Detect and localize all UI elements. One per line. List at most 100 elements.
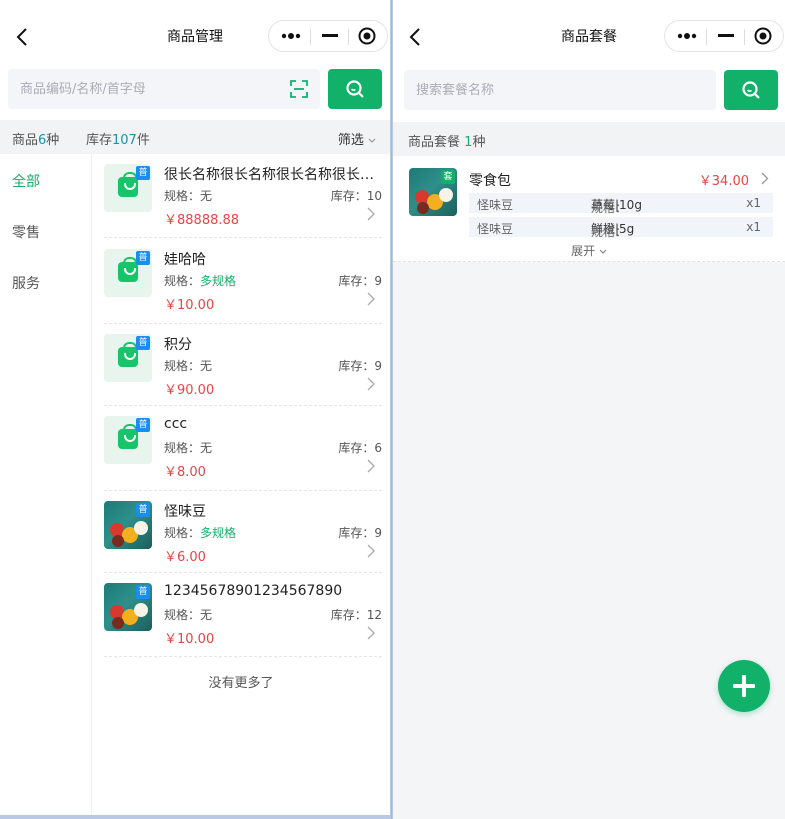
product-stock: 库存：10: [330, 189, 382, 203]
chevron-right-icon: [367, 207, 375, 221]
product-name: 很长名称很长名称很长名称很长名称很长名称: [164, 167, 382, 183]
package-item-qty: x1: [746, 220, 761, 234]
target-icon[interactable]: [347, 21, 387, 51]
product-list: 没有更多了 普很长名称很长名称很长名称很长名称很长名称规格：无库存：10￥888…: [92, 154, 390, 819]
product-thumbnail: 普: [104, 334, 152, 382]
mini-program-capsule: [664, 20, 784, 52]
package-tag: 套: [441, 170, 455, 184]
product-package-panel: 商品套餐 商品: [393, 0, 785, 819]
product-spec: 规格：多规格: [164, 274, 237, 288]
product-spec: 规格：无: [164, 608, 213, 622]
chevron-down-icon: [368, 138, 376, 143]
search-row: [0, 69, 390, 125]
product-thumbnail: 普: [104, 416, 152, 464]
package-summary: 商品套餐 1种: [393, 122, 785, 156]
package-price: ￥34.00: [698, 174, 749, 189]
package-item-spec: 规格： 鲜橙|5g: [591, 222, 635, 239]
product-type-tag: 普: [136, 418, 150, 432]
product-row[interactable]: 普很长名称很长名称很长名称很长名称很长名称规格：无 库存：10 ￥88888.88: [104, 154, 382, 238]
package-card[interactable]: 套 零食包 ￥34.00 怪味豆 规格： 草莓|10g x1 怪味豆 规格： 鲜橙|…: [393, 156, 785, 262]
chevron-right-icon: [761, 172, 769, 185]
search-icon: [346, 80, 364, 98]
product-thumbnail: 普: [104, 501, 152, 549]
goods-count-label: 商品6种: [12, 133, 60, 148]
chevron-down-icon: [599, 249, 607, 254]
bottom-border: [0, 815, 390, 819]
product-stock: 库存：9: [338, 359, 382, 373]
product-price: ￥10.00: [164, 298, 215, 313]
product-stock: 库存：6: [338, 441, 382, 455]
plus-icon: [733, 675, 755, 697]
search-button[interactable]: [724, 70, 778, 110]
chevron-right-icon: [367, 377, 375, 391]
package-search-input[interactable]: [404, 70, 716, 110]
chevron-right-icon: [367, 626, 375, 640]
product-row[interactable]: 普怪味豆 规格：多规格 库存：9 ￥6.00: [104, 491, 382, 573]
no-more-text: 没有更多了: [208, 676, 274, 691]
product-row[interactable]: 普娃哈哈规格：多规格 库存：9 ￥10.00: [104, 239, 382, 324]
product-name: 12345678901234567890: [164, 583, 343, 599]
product-name: 怪味豆: [164, 504, 206, 520]
product-name: 娃哈哈: [164, 252, 206, 268]
product-price: ￥88888.88: [164, 213, 240, 228]
product-row[interactable]: 普 12345678901234567890 规格：无 库存：12 ￥10.00: [104, 573, 382, 657]
shopping-bag-icon: [118, 342, 138, 367]
product-spec: 规格：无: [164, 189, 213, 203]
category-sidebar: 全部 零售 服务: [0, 154, 92, 819]
more-dots-icon[interactable]: [667, 21, 707, 51]
search-row: [393, 70, 785, 126]
target-icon[interactable]: [743, 21, 783, 51]
minimize-icon[interactable]: [310, 21, 350, 51]
expand-toggle[interactable]: 展开: [393, 242, 785, 259]
chevron-right-icon: [367, 544, 375, 558]
add-package-button[interactable]: [718, 660, 770, 712]
search-icon: [742, 81, 760, 99]
category-item[interactable]: 服务: [12, 273, 40, 293]
more-dots-icon[interactable]: [271, 21, 311, 51]
package-item-row: 怪味豆 规格： 草莓|10g x1: [469, 193, 773, 215]
product-type-tag: 普: [136, 336, 150, 350]
product-stock: 库存：9: [338, 274, 382, 288]
screen-root: 商品管理 商品编码/名称/首字母 商品6种 库存107件 筛选 全部 零售 服务…: [0, 0, 785, 819]
nav-bar: 商品管理: [0, 0, 390, 70]
shopping-bag-icon: [118, 172, 138, 197]
package-count-label: 商品套餐 1种: [408, 135, 486, 150]
stock-count-label: 库存107件: [86, 133, 150, 148]
category-item[interactable]: 零售: [12, 222, 40, 242]
product-type-tag: 普: [136, 503, 150, 517]
product-price: ￥6.00: [164, 550, 206, 565]
product-type-tag: 普: [136, 585, 150, 599]
search-input[interactable]: [8, 69, 320, 109]
product-row[interactable]: 普积分规格：无 库存：9 ￥90.00: [104, 324, 382, 406]
product-row[interactable]: 普 ccc 规格：无 库存：6 ￥8.00: [104, 406, 382, 491]
product-spec: 规格：无: [164, 441, 213, 455]
package-item-name: 怪味豆: [477, 198, 514, 212]
product-spec: 规格：多规格: [164, 526, 237, 540]
product-thumbnail: 普: [104, 583, 152, 631]
shopping-bag-icon: [118, 424, 138, 449]
minimize-icon[interactable]: [706, 21, 746, 51]
product-type-tag: 普: [136, 166, 150, 180]
product-thumbnail: 普: [104, 249, 152, 297]
chevron-right-icon: [367, 292, 375, 306]
filter-button[interactable]: 筛选: [338, 129, 376, 148]
product-type-tag: 普: [136, 251, 150, 265]
package-item-row: 怪味豆 规格： 鲜橙|5g x1: [469, 217, 773, 239]
search-button[interactable]: [328, 69, 382, 109]
package-item-spec: 规格： 草莓|10g: [591, 198, 642, 215]
category-item[interactable]: 全部: [12, 171, 40, 191]
product-price: ￥8.00: [164, 465, 206, 480]
package-thumbnail: 套: [409, 168, 457, 216]
package-item-qty: x1: [746, 196, 761, 210]
product-thumbnail: 普: [104, 164, 152, 212]
mini-program-capsule: [268, 20, 388, 52]
package-item-name: 怪味豆: [477, 222, 514, 236]
product-spec: 规格：无: [164, 359, 213, 373]
package-name: 零食包: [469, 173, 511, 189]
shopping-bag-icon: [118, 257, 138, 282]
scan-icon[interactable]: [290, 80, 308, 98]
product-management-panel: 商品管理 商品编码/名称/首字母 商品6种 库存107件 筛选 全部 零售 服务…: [0, 0, 390, 819]
product-price: ￥90.00: [164, 383, 215, 398]
inventory-summary: 商品6种 库存107件 筛选: [0, 120, 390, 154]
product-name: 积分: [164, 337, 192, 353]
